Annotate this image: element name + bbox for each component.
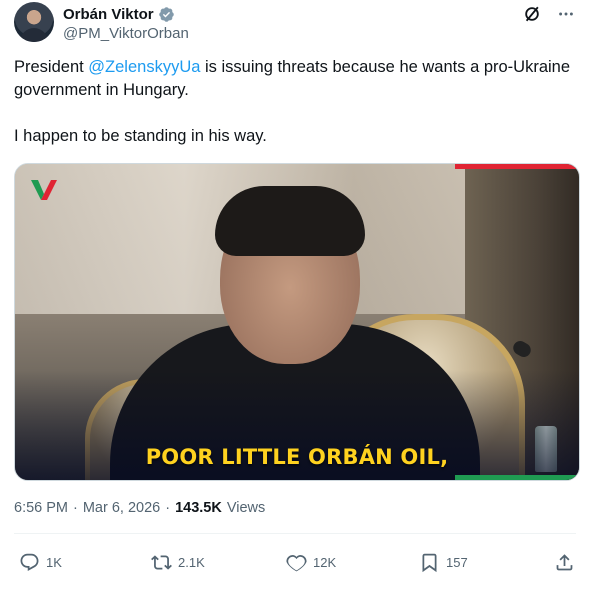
tweet-meta: 6:56 PM · Mar 6, 2026 · 143.5K Views	[14, 500, 265, 516]
video-red-stripe	[455, 164, 579, 169]
tweet-text-segment: President	[14, 58, 89, 76]
grok-icon[interactable]	[522, 4, 542, 24]
tweet-header: Orbán Viktor @PM_ViktorOrban	[14, 2, 576, 46]
meta-separator: ·	[73, 500, 78, 516]
repost-button[interactable]: 2.1K	[151, 552, 205, 573]
action-bar: 1K 2.1K 12K 157	[14, 548, 576, 576]
bookmark-icon	[422, 553, 437, 572]
video-green-stripe	[455, 475, 579, 480]
views-label: Views	[226, 500, 266, 516]
video-caption: POOR LITTLE ORBÁN OIL,	[145, 445, 449, 469]
heart-icon	[286, 554, 307, 571]
tweet-paragraph-1: President @ZelenskyyUa is issuing threat…	[14, 56, 580, 102]
bookmark-button[interactable]: 157	[419, 552, 468, 573]
header-actions	[522, 4, 576, 24]
repost-count: 2.1K	[178, 554, 205, 570]
verified-badge-icon	[158, 6, 175, 23]
share-icon	[556, 553, 573, 570]
author-name-row: Orbán Viktor	[63, 4, 175, 24]
tweet-paragraph-2: I happen to be standing in his way.	[14, 127, 267, 145]
meta-separator: ·	[165, 500, 171, 516]
like-count: 12K	[313, 554, 337, 570]
reply-icon	[20, 553, 39, 571]
video-media[interactable]: POOR LITTLE ORBÁN OIL,	[14, 163, 580, 481]
author-display-name[interactable]: Orbán Viktor	[63, 6, 154, 23]
video-person-hair	[215, 186, 365, 256]
avatar[interactable]	[14, 2, 54, 42]
author-handle[interactable]: @PM_ViktorOrban	[63, 25, 189, 42]
channel-logo-icon	[31, 180, 57, 200]
bookmark-count: 157	[446, 554, 468, 570]
share-button[interactable]	[554, 552, 575, 573]
repost-icon	[151, 554, 172, 570]
reply-button[interactable]: 1K	[19, 552, 62, 573]
mention-link[interactable]: @ZelenskyyUa	[88, 58, 200, 76]
more-icon[interactable]	[556, 4, 576, 24]
like-button[interactable]: 12K	[286, 552, 336, 573]
tweet-time[interactable]: 6:56 PM	[14, 500, 68, 516]
reply-count: 1K	[46, 554, 62, 570]
views-count: 143.5K	[175, 500, 222, 516]
tweet-text: President @ZelenskyyUa is issuing threat…	[14, 56, 580, 148]
tweet-date[interactable]: Mar 6, 2026	[83, 500, 160, 516]
divider	[14, 533, 576, 534]
